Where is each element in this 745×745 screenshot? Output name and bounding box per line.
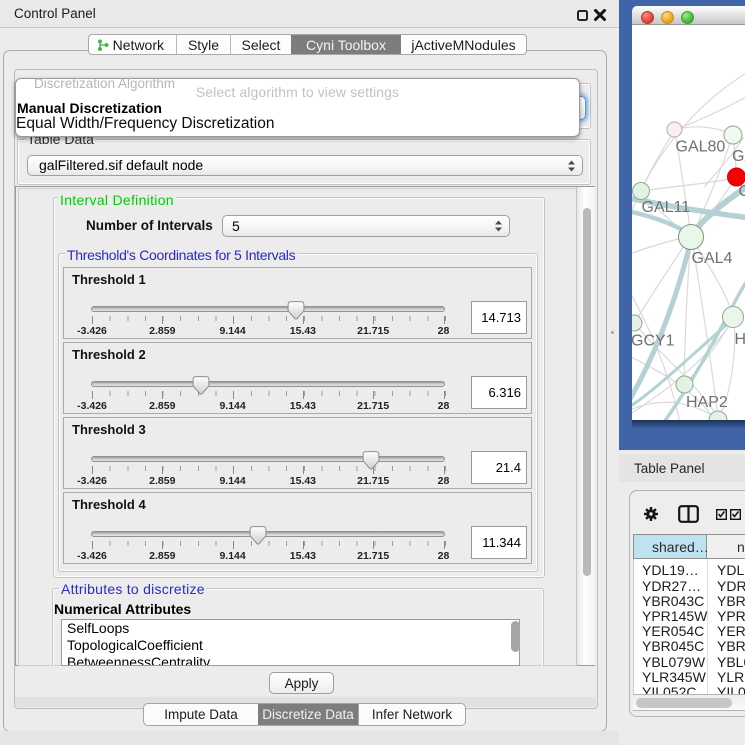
svg-text:HAP2: HAP2 [686,394,728,411]
svg-text:GAL11: GAL11 [642,199,691,216]
svg-text:GCY1: GCY1 [632,333,675,350]
svg-text:GAL4: GAL4 [692,250,733,267]
svg-text:C: C [739,183,745,200]
svg-text:GAL80: GAL80 [676,139,726,156]
svg-text:GA: GA [732,148,745,165]
svg-text:H: H [735,331,745,348]
